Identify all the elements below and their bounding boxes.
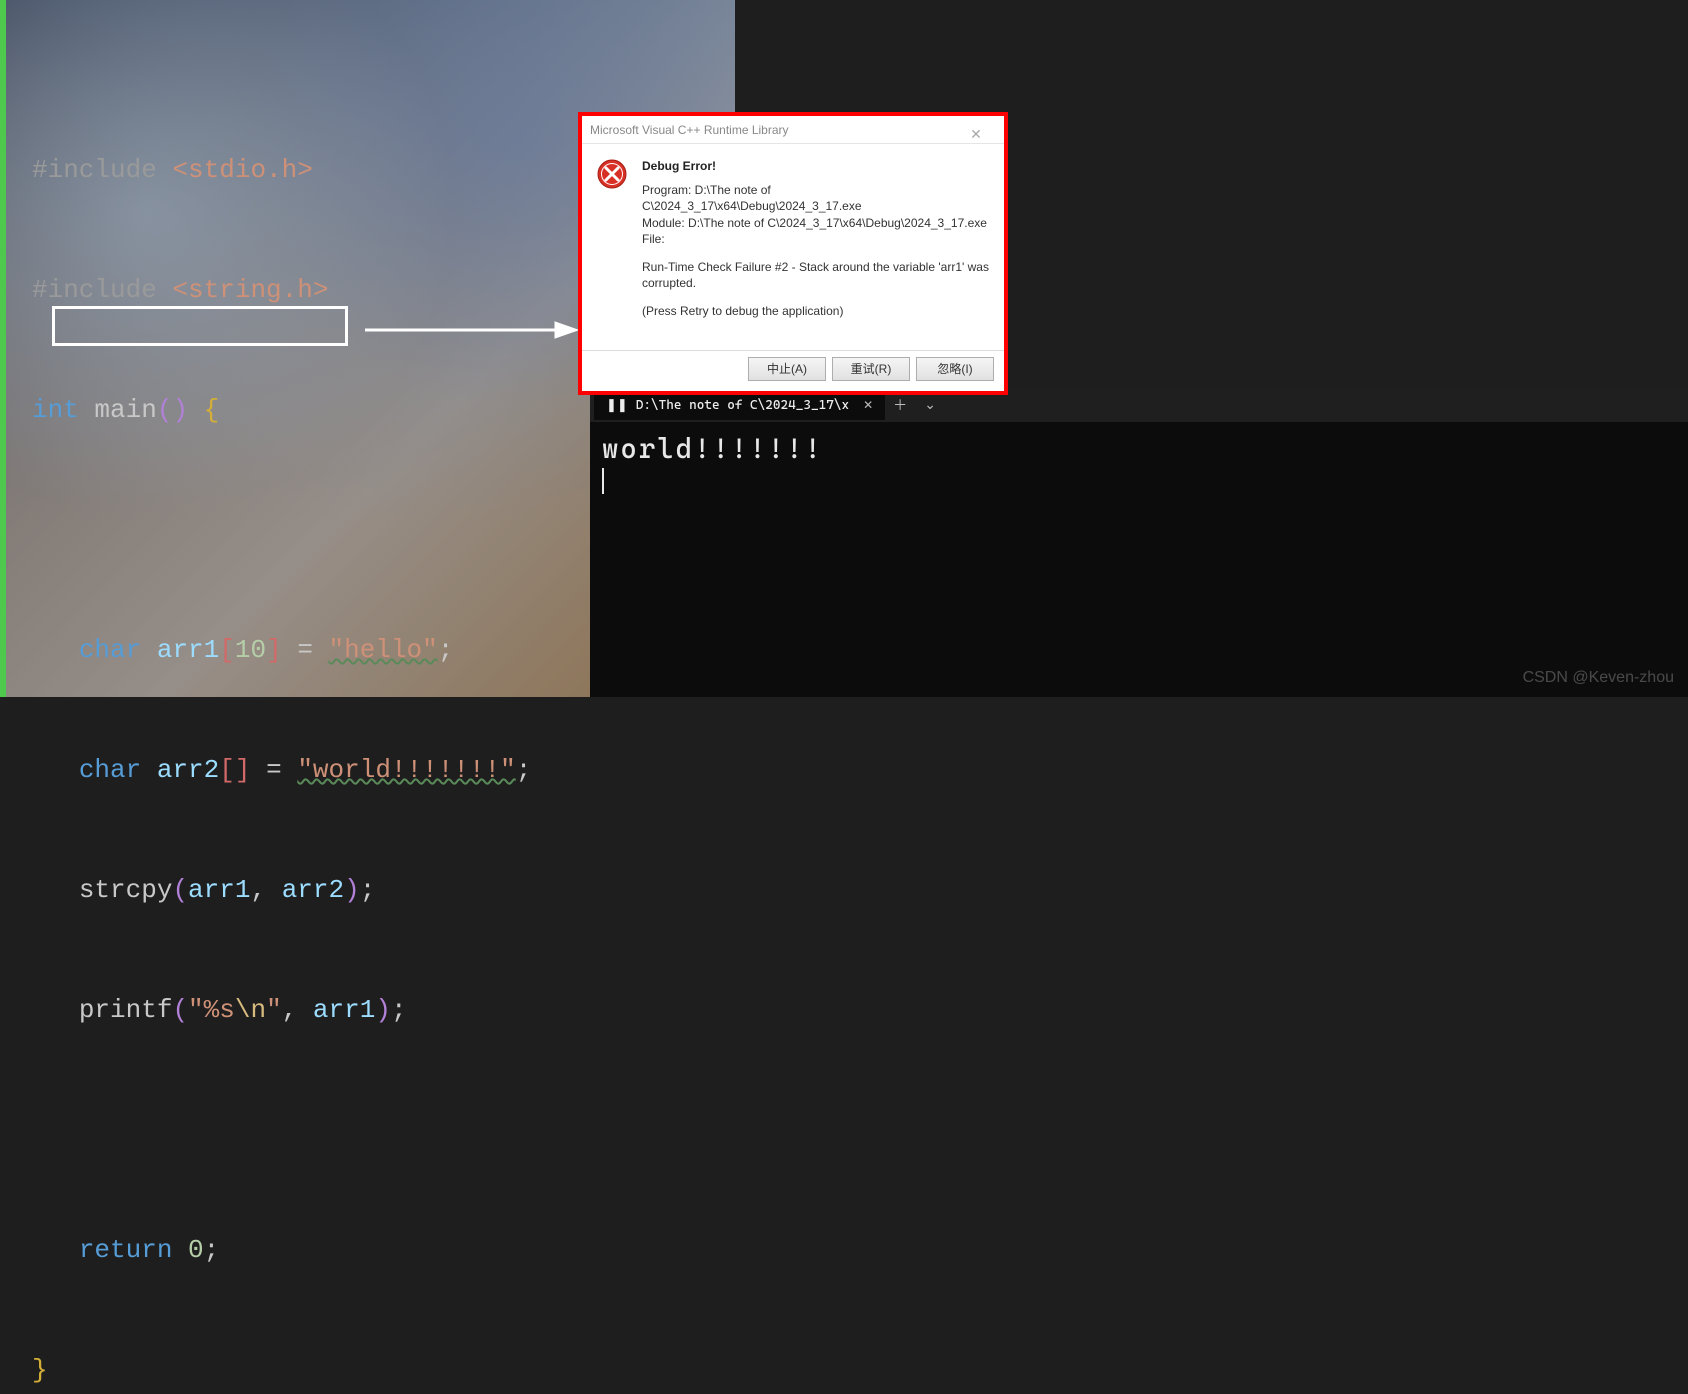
dialog-file-line: File: bbox=[642, 232, 665, 246]
token-number: 0 bbox=[188, 1235, 204, 1265]
dialog-heading: Debug Error! bbox=[642, 158, 990, 174]
token-variable: arr2 bbox=[157, 755, 219, 785]
token-header: <stdio.h> bbox=[172, 155, 312, 185]
token-string: "hello" bbox=[329, 635, 438, 665]
annotation-arrow bbox=[360, 310, 580, 350]
new-tab-button[interactable]: ＋ bbox=[885, 395, 915, 415]
terminal-tab-title: D:\The note of C\2024_3_17\x bbox=[636, 398, 849, 413]
source-code: #include <stdio.h> #include <string.h> i… bbox=[32, 70, 531, 1394]
dialog-buttons: 中止(A) 重试(R) 忽略(I) bbox=[582, 350, 1004, 391]
token-string: "%s bbox=[188, 995, 235, 1025]
ignore-button[interactable]: 忽略(I) bbox=[916, 357, 994, 381]
terminal-icon: ❚❚ bbox=[606, 398, 628, 413]
token-function: printf bbox=[79, 995, 173, 1025]
token-variable: arr1 bbox=[157, 635, 219, 665]
dialog-body: Debug Error! Program: D:\The note of C\2… bbox=[582, 144, 1004, 350]
dialog-title: Microsoft Visual C++ Runtime Library bbox=[590, 116, 789, 144]
error-icon bbox=[596, 158, 628, 190]
dialog-error-line: Run-Time Check Failure #2 - Stack around… bbox=[642, 259, 990, 291]
token-type: char bbox=[79, 755, 141, 785]
tab-dropdown-button[interactable]: ⌄ bbox=[915, 397, 945, 413]
token-directive: #include bbox=[32, 275, 157, 305]
token-string: " bbox=[266, 995, 282, 1025]
error-dialog-highlight: Microsoft Visual C++ Runtime Library ✕ D… bbox=[578, 112, 1008, 395]
token-type: int bbox=[32, 395, 79, 425]
retry-button[interactable]: 重试(R) bbox=[832, 357, 910, 381]
token-arg: arr2 bbox=[282, 875, 344, 905]
dialog-program-line: Program: D:\The note of C\2024_3_17\x64\… bbox=[642, 183, 862, 213]
terminal-window[interactable]: ❚❚ D:\The note of C\2024_3_17\x ✕ ＋ ⌄ wo… bbox=[590, 388, 1688, 697]
abort-button[interactable]: 中止(A) bbox=[748, 357, 826, 381]
token-string: "world!!!!!!!" bbox=[297, 755, 515, 785]
terminal-output: world!!!!!!! bbox=[590, 422, 1688, 508]
close-icon[interactable]: ✕ bbox=[863, 398, 873, 412]
editor-gutter bbox=[0, 0, 32, 697]
dialog-module-line: Module: D:\The note of C\2024_3_17\x64\D… bbox=[642, 216, 987, 230]
token-type: char bbox=[79, 635, 141, 665]
token-arg: arr1 bbox=[313, 995, 375, 1025]
dialog-titlebar[interactable]: Microsoft Visual C++ Runtime Library ✕ bbox=[582, 116, 1004, 144]
token-header: <string.h> bbox=[172, 275, 328, 305]
token-function: strcpy bbox=[79, 875, 173, 905]
close-icon[interactable]: ✕ bbox=[956, 120, 996, 140]
token-arg: arr1 bbox=[188, 875, 250, 905]
dialog-hint-line: (Press Retry to debug the application) bbox=[642, 303, 990, 319]
token-number: 10 bbox=[235, 635, 266, 665]
token-function: main bbox=[94, 395, 156, 425]
token-directive: #include bbox=[32, 155, 157, 185]
terminal-cursor bbox=[602, 468, 604, 494]
terminal-tab[interactable]: ❚❚ D:\The note of C\2024_3_17\x ✕ bbox=[594, 390, 885, 420]
token-escape: \n bbox=[235, 995, 266, 1025]
error-dialog[interactable]: Microsoft Visual C++ Runtime Library ✕ D… bbox=[582, 116, 1004, 391]
token-keyword: return bbox=[79, 1235, 173, 1265]
terminal-line: world!!!!!!! bbox=[602, 432, 823, 465]
dialog-message: Debug Error! Program: D:\The note of C\2… bbox=[642, 158, 990, 332]
watermark: CSDN @Keven-zhou bbox=[1523, 669, 1674, 687]
